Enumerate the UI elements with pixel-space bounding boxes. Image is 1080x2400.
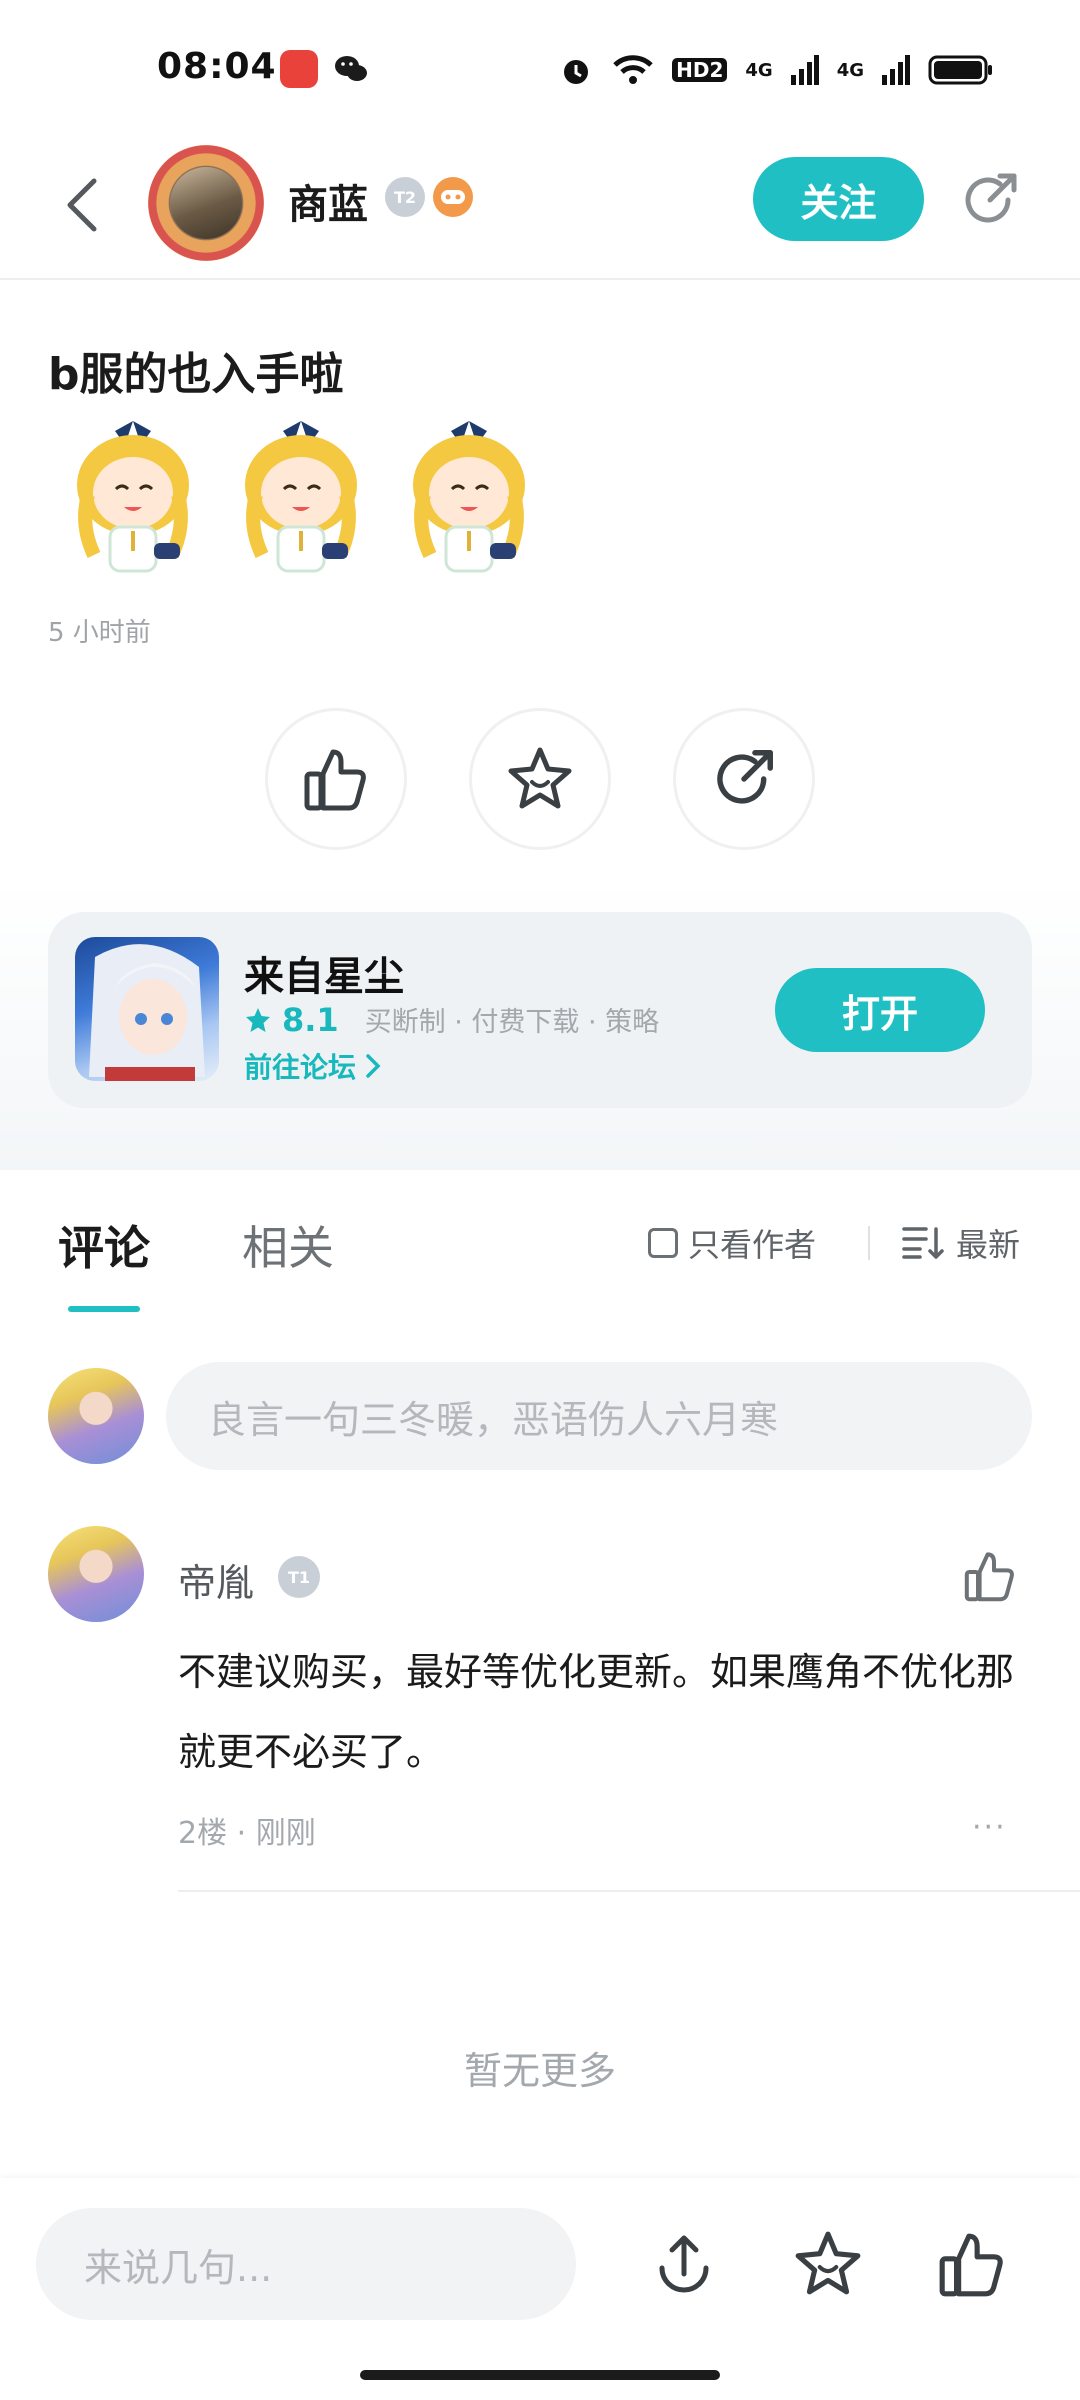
status-time: 08:04 — [157, 46, 277, 87]
level-badge-label: T2 — [393, 187, 417, 207]
favorite-button[interactable] — [469, 708, 611, 850]
post-title: b服的也入手啦 — [48, 349, 344, 400]
forum-link[interactable]: 前往论坛 — [244, 1046, 382, 1086]
divider — [868, 1226, 870, 1260]
tab-related[interactable]: 相关 — [242, 1212, 334, 1278]
like-button[interactable] — [936, 2228, 1008, 2300]
chevron-right-icon — [366, 1054, 381, 1078]
app-tags: 买断制 · 付费下载 · 策略 — [364, 1007, 660, 1038]
status-indicators: HD2 4G 4G — [558, 50, 994, 90]
level-badge-label: T1 — [287, 1567, 311, 1587]
author-only-label: 只看作者 — [688, 1226, 817, 1264]
author-avatar[interactable] — [148, 145, 264, 261]
alarm-icon — [564, 60, 589, 84]
my-avatar — [48, 1368, 144, 1464]
app-name[interactable]: 来自星尘 — [244, 944, 404, 1002]
wechat-icon — [332, 50, 370, 88]
divider — [178, 1890, 1080, 1892]
app-icon[interactable] — [75, 937, 219, 1081]
gamepad-badge-icon — [433, 177, 473, 217]
post-time: 5 小时前 — [48, 618, 151, 648]
signal-label-2: 4G — [836, 59, 864, 81]
level-badge: T2 — [385, 177, 425, 217]
bottom-comment-input[interactable]: 来说几句... — [36, 2208, 576, 2320]
sort-label: 最新 — [956, 1226, 1021, 1264]
author-name[interactable]: 商蓝 — [288, 172, 368, 230]
thumbs-up-icon — [939, 2233, 1003, 2297]
follow-button[interactable]: 关注 — [753, 157, 924, 241]
open-app-button[interactable]: 打开 — [775, 968, 985, 1052]
star-icon — [795, 2231, 861, 2295]
level-badge: T1 — [278, 1556, 320, 1598]
active-tab-indicator — [68, 1306, 140, 1312]
sort-icon — [902, 1227, 944, 1259]
status-bar: 08:04 HD2 4G 4G — [0, 0, 1080, 130]
battery-icon — [928, 55, 992, 85]
notification-app-icon — [280, 50, 318, 88]
hd-label: HD2 — [672, 58, 728, 82]
favorite-button[interactable] — [792, 2228, 864, 2300]
comment-text: 不建议购买，最好等优化更新。如果鹰角不优化那就更不必买了。 — [178, 1650, 1015, 1774]
share-button[interactable] — [673, 708, 815, 850]
sort-button[interactable]: 最新 — [902, 1220, 1020, 1266]
commenter-avatar[interactable] — [48, 1526, 144, 1622]
chevron-left-icon — [67, 178, 97, 232]
back-button[interactable] — [52, 170, 112, 240]
comment-meta: 2楼 · 刚刚 — [178, 1816, 316, 1851]
comment-input[interactable]: 良言一句三冬暖，恶语伤人六月寒 — [166, 1362, 1032, 1470]
sticker-image — [226, 415, 376, 585]
bottom-input-placeholder: 来说几句... — [84, 2245, 273, 2290]
thumbs-up-icon — [304, 749, 366, 811]
checkbox[interactable] — [648, 1228, 678, 1258]
commenter-name[interactable]: 帝胤 — [178, 1552, 254, 1607]
tab-comments[interactable]: 评论 — [58, 1212, 150, 1278]
sticker-image — [58, 415, 208, 585]
home-indicator[interactable] — [360, 2370, 720, 2380]
wifi-icon — [613, 55, 653, 84]
author-only-toggle[interactable]: 只看作者 — [648, 1220, 816, 1266]
forum-link-label: 前往论坛 — [244, 1051, 357, 1084]
share-upload-button[interactable] — [648, 2228, 720, 2300]
app-rating-row: 8.1 买断制 · 付费下载 · 策略 — [244, 1000, 659, 1039]
signal-label-1: 4G — [745, 59, 773, 81]
signal-icon — [882, 55, 910, 85]
comment-input-placeholder: 良言一句三冬暖，恶语伤人六月寒 — [208, 1397, 779, 1442]
top-nav: 商蓝 T2 关注 — [0, 130, 1080, 280]
comment-like-button[interactable] — [962, 1548, 1018, 1604]
sticker-image — [394, 415, 544, 585]
like-button[interactable] — [265, 708, 407, 850]
star-filled-icon — [246, 1007, 270, 1032]
share-icon[interactable] — [958, 168, 1022, 232]
more-options-button[interactable]: ··· — [972, 1810, 1007, 1845]
share-icon — [717, 750, 773, 804]
thumbs-up-icon — [964, 1552, 1014, 1602]
app-score: 8.1 — [282, 1000, 339, 1039]
signal-icon — [790, 55, 819, 85]
no-more-label: 暂无更多 — [463, 2049, 616, 2093]
star-icon — [508, 747, 572, 809]
upload-icon — [659, 2235, 709, 2293]
